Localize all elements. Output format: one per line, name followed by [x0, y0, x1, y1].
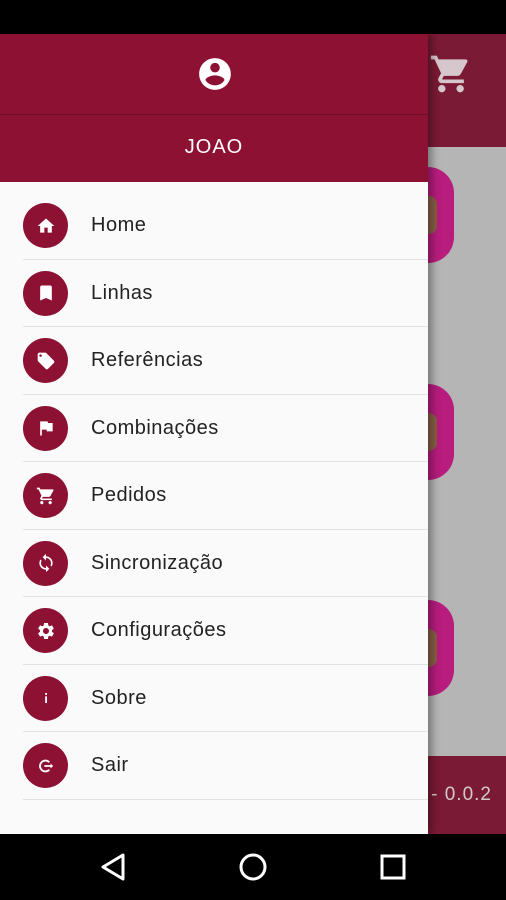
- bookmark-icon: [39, 285, 52, 301]
- menu-item-configuracoes[interactable]: Configurações: [0, 597, 428, 665]
- user-name: JOAO: [184, 136, 244, 158]
- menu-item-label: Sair: [91, 754, 129, 776]
- menu-item-label: Sobre: [91, 686, 147, 709]
- cart-icon: [36, 487, 54, 504]
- menu-item-combinacoes[interactable]: Combinações: [0, 395, 428, 462]
- menu-item-referencias[interactable]: Referências: [0, 327, 428, 395]
- menu-item-label: Combinações: [91, 416, 219, 439]
- navigation-drawer: JOAO Home Linhas Referências Combinações…: [0, 34, 428, 834]
- menu-item-label: Sincronização: [91, 551, 224, 574]
- logout-icon: [38, 759, 53, 772]
- drawer-header: JOAO: [0, 34, 428, 182]
- sync-icon: [38, 553, 53, 573]
- drawer-scrim[interactable]: [428, 34, 506, 834]
- menu-item-sincronizacao[interactable]: Sincronização: [0, 530, 428, 597]
- header-divider: [0, 114, 428, 115]
- home-circle-icon[interactable]: [236, 850, 270, 884]
- back-icon[interactable]: [96, 850, 130, 884]
- drawer-menu: Home Linhas Referências Combinações Pedi…: [0, 192, 428, 800]
- recents-icon[interactable]: [376, 850, 410, 884]
- menu-item-pedidos[interactable]: Pedidos: [0, 462, 428, 530]
- menu-item-label: Pedidos: [91, 484, 167, 506]
- menu-item-label: Referências: [91, 349, 204, 371]
- divider: [23, 798, 428, 800]
- menu-item-label: Home: [91, 214, 147, 236]
- system-nav-bar: [0, 834, 506, 900]
- tag-icon: [37, 352, 54, 369]
- account-circle-icon[interactable]: [196, 55, 234, 93]
- flag-icon: [39, 421, 53, 436]
- menu-item-label: Configurações: [91, 619, 227, 641]
- menu-item-home[interactable]: Home: [0, 192, 428, 260]
- status-bar: [0, 0, 506, 34]
- info-icon: [44, 693, 47, 703]
- menu-item-sair[interactable]: Sair: [0, 732, 428, 800]
- gear-icon: [37, 622, 54, 639]
- menu-item-label: Linhas: [91, 281, 153, 304]
- menu-item-linhas[interactable]: Linhas: [0, 260, 428, 327]
- home-icon: [37, 218, 54, 233]
- menu-item-sobre[interactable]: Sobre: [0, 665, 428, 732]
